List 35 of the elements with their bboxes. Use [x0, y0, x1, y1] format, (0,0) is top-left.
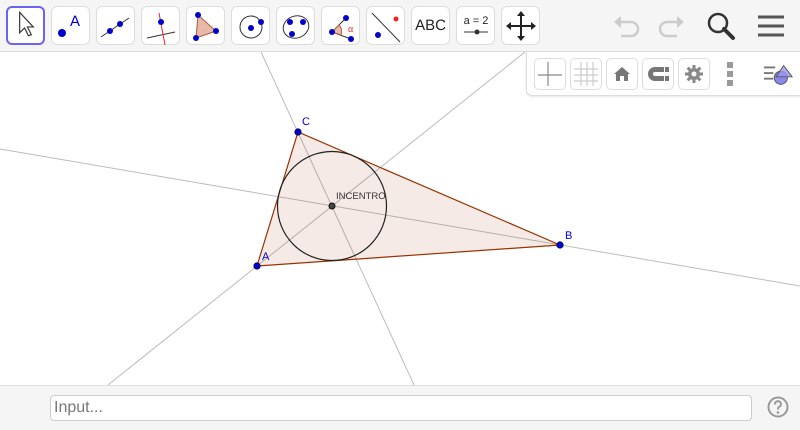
incenter-label: INCENTRO: [336, 191, 386, 202]
menu-icon: [757, 14, 785, 38]
settings-button[interactable]: [678, 58, 710, 90]
settings-icon: [684, 64, 704, 84]
grid-toggle[interactable]: [570, 58, 602, 90]
magnet-icon: [646, 64, 670, 82]
point-label: C: [302, 116, 310, 128]
tool-button[interactable]: ABC: [411, 6, 450, 45]
vertex-point[interactable]: [556, 241, 564, 249]
angle-label: α: [348, 24, 353, 34]
tool-button[interactable]: a = 2: [456, 6, 495, 45]
text-tool-label: ABC: [415, 17, 446, 34]
input-field[interactable]: Input...: [50, 395, 752, 421]
home-icon: [613, 66, 631, 82]
vertex-point[interactable]: [253, 262, 261, 270]
point-label: A: [262, 251, 270, 263]
snap-button[interactable]: [642, 58, 674, 90]
search-icon: [706, 10, 736, 40]
grid-icon: [573, 60, 599, 86]
redo-icon: [656, 14, 686, 38]
point-label: B: [565, 230, 572, 242]
vertex-point[interactable]: [294, 128, 302, 136]
tool-button[interactable]: [6, 6, 45, 45]
slider-label: a = 2: [463, 14, 488, 26]
undo-icon: [612, 14, 642, 38]
axes-icon: [537, 60, 563, 86]
incenter-point: [328, 202, 336, 210]
home-button[interactable]: [606, 58, 638, 90]
more-icon: [726, 60, 734, 86]
help-icon: [767, 396, 789, 418]
help-button[interactable]: [766, 396, 790, 420]
tool-button[interactable]: α: [321, 6, 360, 45]
point-label: A: [70, 12, 80, 30]
tool-button[interactable]: A: [51, 6, 90, 45]
axes-toggle[interactable]: [534, 58, 566, 90]
